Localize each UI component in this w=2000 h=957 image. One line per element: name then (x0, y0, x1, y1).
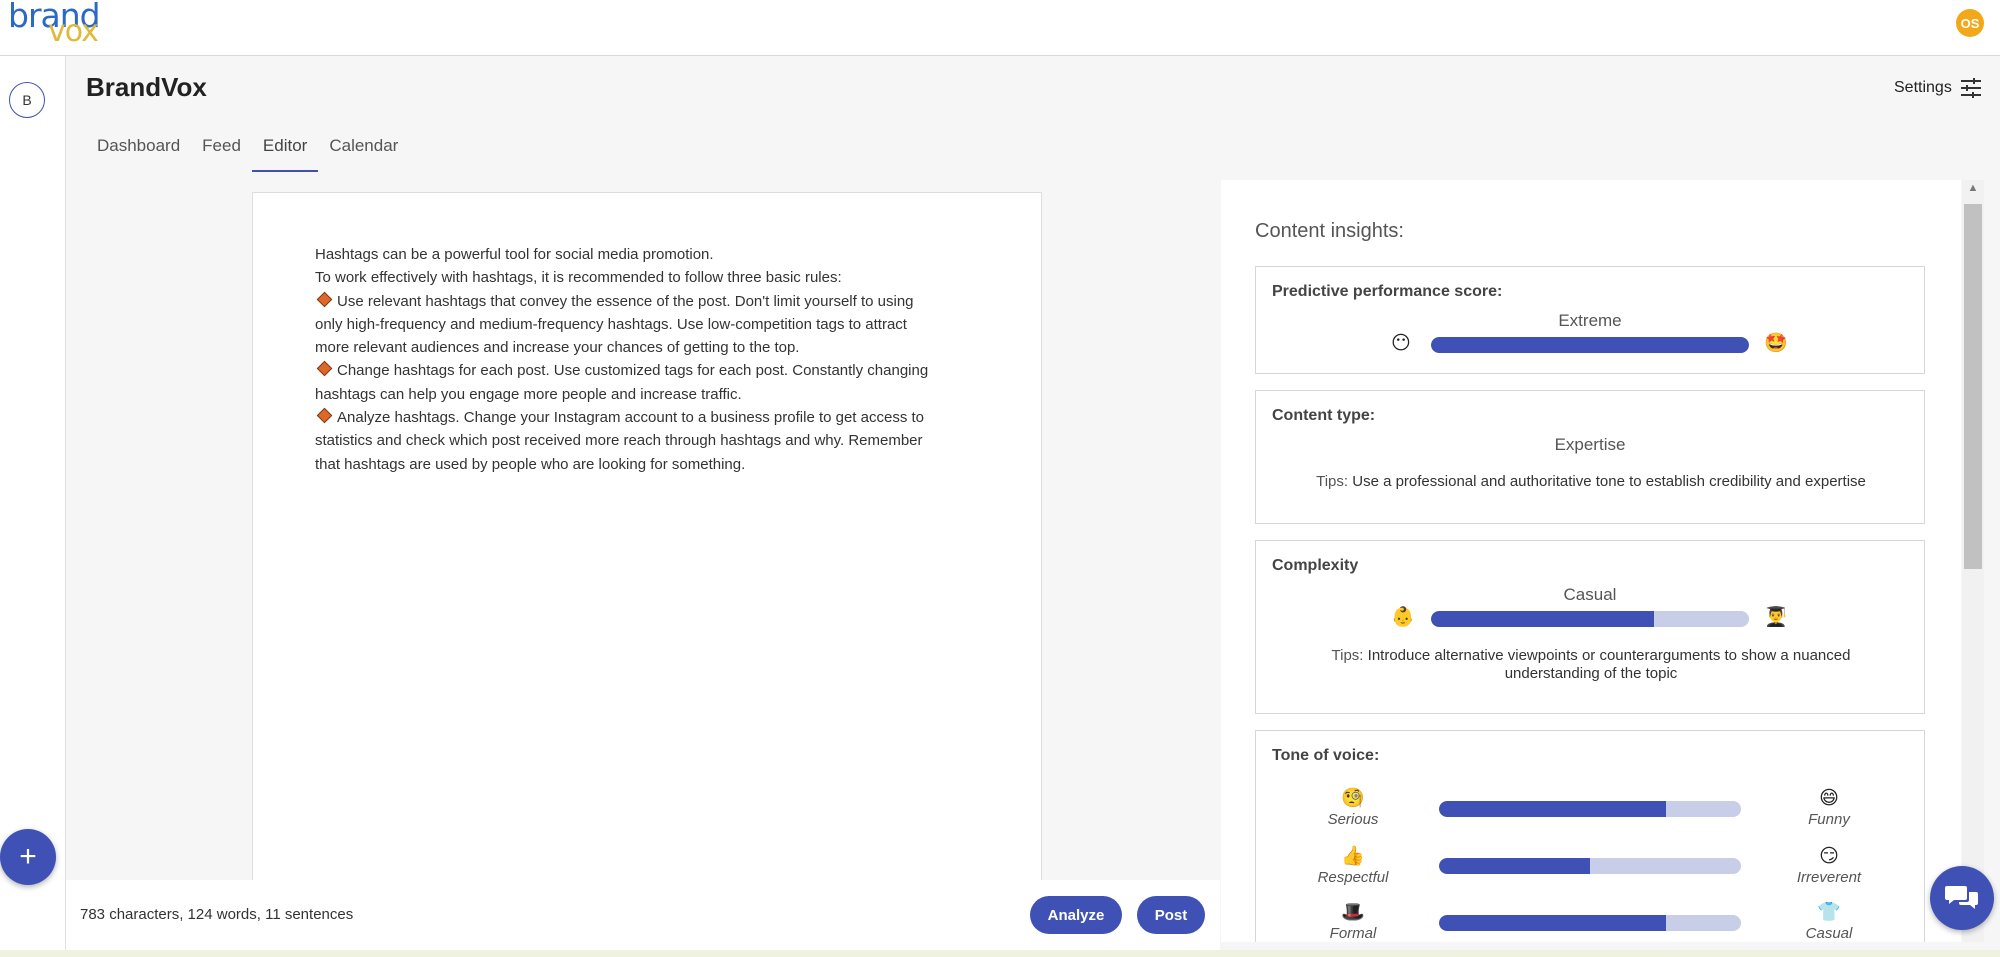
post-editor[interactable]: Hashtags can be a powerful tool for soci… (252, 192, 1042, 882)
tone-left-label: Serious (1327, 811, 1379, 828)
chat-button[interactable] (1930, 866, 1994, 930)
analyze-button[interactable]: Analyze (1030, 896, 1122, 934)
bottom-edge (0, 950, 2000, 957)
top-hat-icon: 🎩 (1341, 902, 1365, 923)
complexity-bar (1431, 611, 1749, 627)
grinning-face-icon: 😄 (1819, 788, 1839, 809)
tab-editor[interactable]: Editor (251, 128, 319, 172)
tone-bar-respectful-irreverent (1439, 858, 1741, 874)
performance-bar-fill (1431, 337, 1749, 353)
performance-bar (1431, 337, 1749, 353)
plus-icon: + (19, 840, 37, 873)
orange-diamond-icon (316, 361, 333, 377)
left-rail (0, 56, 66, 957)
brand-switcher-avatar[interactable]: B (9, 82, 45, 118)
card-title: Predictive performance score: (1272, 283, 1503, 300)
tone-bar-fill (1439, 801, 1666, 817)
star-struck-icon: 🤩 (1764, 333, 1788, 354)
monocle-face-icon: 🧐 (1341, 788, 1365, 809)
performance-value: Extreme (1558, 311, 1622, 330)
orange-diamond-icon (316, 407, 333, 424)
graduate-icon: 👨‍🎓 (1764, 607, 1788, 628)
tone-bar-fill (1439, 915, 1666, 931)
card-title: Tone of voice: (1272, 747, 1380, 764)
scrollbar-thumb[interactable] (1964, 204, 1982, 569)
complexity-bar-fill (1431, 611, 1654, 627)
thumbs-up-icon: 👍 (1341, 846, 1365, 867)
tab-dashboard[interactable]: Dashboard (86, 128, 191, 172)
chat-bubbles-icon (1945, 886, 1978, 909)
page-title: BrandVox (86, 72, 207, 102)
tone-bar-serious-funny (1439, 801, 1741, 817)
tone-right-label: Funny (1808, 811, 1850, 828)
card-title: Complexity (1272, 557, 1359, 574)
neutral-face-icon: 😶 (1391, 333, 1411, 354)
editor-content[interactable]: Hashtags can be a powerful tool for soci… (315, 243, 985, 476)
tone-left-label: Formal (1329, 925, 1377, 942)
card-title: Content type: (1272, 407, 1376, 424)
editor-line: To work effectively with hashtags, it is… (315, 269, 842, 287)
editor-line: Hashtags can be a powerful tool for soci… (315, 246, 714, 263)
tab-feed[interactable]: Feed (191, 128, 252, 172)
scroll-up-arrow-icon[interactable]: ▲ (1962, 182, 1984, 198)
performance-score-card: Predictive performance score: Extreme 😶 … (1255, 266, 1925, 374)
top-bar: brand vox OS (0, 0, 2000, 56)
logo-text-vox: vox (48, 14, 99, 49)
content-type-tips: Tips: Use a professional and authoritati… (1316, 473, 1866, 490)
editor-line: only high-frequency and medium-frequency… (315, 315, 907, 333)
t-shirt-icon: 👕 (1817, 902, 1841, 923)
orange-diamond-icon (316, 291, 333, 307)
complexity-value: Casual (1563, 585, 1617, 604)
settings-button[interactable]: Settings (1894, 78, 1982, 98)
complexity-tips: Tips: Introduce alternative viewpoints o… (1331, 647, 1851, 682)
settings-label: Settings (1894, 79, 1952, 96)
baby-icon: 👶 (1391, 607, 1415, 628)
tone-of-voice-card: Tone of voice: 🧐 Serious 😄 Funny 👍 Respe… (1255, 730, 1925, 942)
sliders-icon (1960, 78, 1981, 98)
tone-right-label: Casual (1805, 925, 1853, 942)
editor-line: statistics and check which post received… (315, 432, 923, 450)
complexity-card: Complexity Casual 👶 👨‍🎓 Tips: Introduce … (1255, 540, 1925, 714)
brandvox-logo[interactable]: brand vox (8, 0, 118, 50)
tone-bar-formal-casual (1439, 915, 1741, 931)
editor-line: more relevant audiences and increase you… (315, 339, 800, 357)
insights-title: Content insights: (1255, 220, 1404, 242)
tone-bar-fill (1439, 858, 1590, 874)
tone-left-label: Respectful (1317, 869, 1389, 886)
editor-line: hashtags can help you engage more people… (315, 385, 742, 403)
editor-line: Use relevant hashtags that convey the es… (315, 290, 985, 313)
content-insights-panel[interactable]: Content insights: Predictive performance… (1221, 180, 1961, 942)
editor-line: that hashtags are used by people who are… (315, 455, 746, 473)
add-button[interactable]: + (0, 829, 56, 885)
user-avatar[interactable]: OS (1956, 9, 1984, 37)
tab-calendar[interactable]: Calendar (318, 128, 409, 172)
content-type-value: Expertise (1554, 435, 1626, 454)
editor-line: Change hashtags for each post. Use custo… (315, 359, 985, 382)
text-statistics: 783 characters, 124 words, 11 sentences (80, 906, 354, 923)
main-tabs: Dashboard Feed Editor Calendar (86, 128, 409, 172)
tone-right-label: Irreverent (1796, 869, 1862, 886)
post-button[interactable]: Post (1137, 896, 1205, 934)
content-type-card: Content type: Expertise Tips: Use a prof… (1255, 390, 1925, 524)
smirking-face-icon: 😏 (1819, 846, 1839, 867)
editor-line: Analyze hashtags. Change your Instagram … (315, 406, 985, 429)
